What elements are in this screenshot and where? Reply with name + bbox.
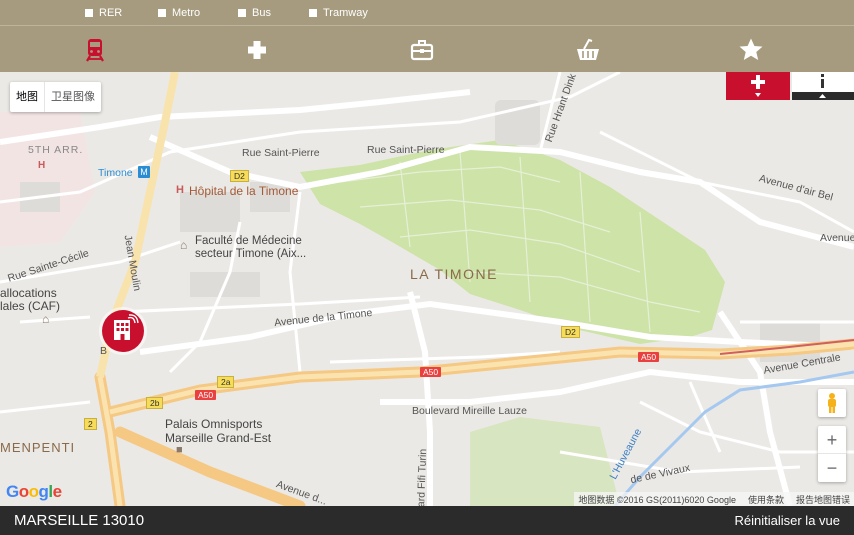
label-palais-1: Palais Omnisports <box>165 417 263 431</box>
location-pin-icon[interactable] <box>98 306 148 356</box>
train-icon[interactable] <box>81 36 109 64</box>
terms-link[interactable]: 使用条款 <box>748 493 784 506</box>
label-avenue: Avenue <box>820 232 854 244</box>
footer-bar: MARSEILLE 13010 Réinitialiser la vue <box>0 506 854 535</box>
label-bd-lauze: Boulevard Mireille Lauze <box>412 405 527 417</box>
filter-metro[interactable]: Metro <box>158 7 238 19</box>
map-type-map-button[interactable]: 地图 <box>10 82 45 112</box>
filter-label: Tramway <box>323 6 368 19</box>
label-faculte-1: Faculté de Médecine <box>195 235 302 247</box>
road-shield-d2: D2 <box>561 326 580 338</box>
filter-label: Metro <box>172 6 201 19</box>
reset-view-link[interactable]: Réinitialiser la vue <box>735 513 841 528</box>
road-shield-2: 2 <box>84 418 97 430</box>
map-base <box>0 72 854 506</box>
road-shield-a50: A50 <box>195 390 217 400</box>
location-title: MARSEILLE 13010 <box>14 512 145 529</box>
road-shield-a50: A50 <box>420 367 442 377</box>
zoom-control: + − <box>818 426 846 482</box>
stadium-marker-icon: ■ <box>176 444 183 456</box>
info-icon <box>792 72 854 100</box>
label-palais-2: Marseille Grand-Est <box>165 431 272 445</box>
google-logo: Google <box>6 482 62 501</box>
briefcase-icon[interactable] <box>408 36 436 64</box>
star-icon[interactable] <box>737 36 765 64</box>
plus-icon <box>751 75 765 97</box>
filter-label: RER <box>99 6 123 19</box>
label-menpenti: MENPENTI <box>0 440 76 455</box>
label-arr: 5TH ARR. <box>28 144 84 156</box>
filter-tramway[interactable]: Tramway <box>309 7 399 19</box>
map-type-satellite-button[interactable]: 卫星图像 <box>45 82 101 112</box>
label-timone-metro: Timone <box>98 167 133 179</box>
label-allocations-2: lales (CAF) <box>0 299 61 313</box>
label-hopital: Hôpital de la Timone <box>189 184 299 198</box>
label-bd-fifi: ard Fifi Turin <box>415 448 430 506</box>
info-button[interactable] <box>792 72 854 100</box>
map-view[interactable]: 5TH ARR. Timone Hôpital de la Timone Fac… <box>0 72 854 506</box>
road-shield-2a: 2a <box>217 376 235 388</box>
transport-filter-bar: RER Metro Bus Tramway <box>0 0 854 25</box>
add-layer-button[interactable] <box>726 72 790 100</box>
street-view-pegman-button[interactable] <box>818 389 846 417</box>
label-rue-st-pierre-1: Rue Saint-Pierre <box>242 147 320 159</box>
map-attribution: 地图数据 ©2016 GS(2011)6020 Google 使用条款 报告地图… <box>574 492 854 506</box>
school-marker-icon: ⌂ <box>180 238 188 252</box>
road-shield-d2: D2 <box>230 170 249 182</box>
checkbox-icon[interactable] <box>85 8 93 17</box>
app: RER Metro Bus Tramway 5TH ARR. Timone Hô… <box>0 0 854 535</box>
road-shield-a50: A50 <box>638 352 660 362</box>
road-shield-2b: 2b <box>146 397 164 409</box>
report-error-link[interactable]: 报告地图错误 <box>796 493 850 506</box>
shopping-basket-icon[interactable] <box>574 36 602 64</box>
pegman-icon <box>828 393 836 413</box>
checkbox-icon[interactable] <box>238 8 246 17</box>
zoom-in-button[interactable]: + <box>818 426 846 454</box>
government-marker-icon: ⌂ <box>42 312 50 326</box>
checkbox-icon[interactable] <box>158 8 166 17</box>
filter-bus[interactable]: Bus <box>238 7 309 19</box>
filter-label: Bus <box>252 6 271 19</box>
hospital-marker-icon: H <box>38 160 46 171</box>
category-bar <box>0 25 854 72</box>
attribution-data: 地图数据 ©2016 GS(2011)6020 Google <box>578 494 736 505</box>
map-type-control: 地图 卫星图像 <box>10 82 101 112</box>
checkbox-icon[interactable] <box>309 8 317 17</box>
label-faculte-2: secteur Timone (Aix... <box>195 248 307 260</box>
hospital-marker-icon: H <box>176 184 184 196</box>
metro-marker-icon: M <box>138 166 150 178</box>
label-allocations-1: allocations <box>0 286 57 300</box>
label-la-timone: LA TIMONE <box>410 266 498 282</box>
filter-rer[interactable]: RER <box>85 7 158 19</box>
label-rue-st-pierre-2: Rue Saint-Pierre <box>367 144 445 156</box>
health-cross-icon[interactable] <box>243 36 271 64</box>
zoom-out-button[interactable]: − <box>818 454 846 482</box>
